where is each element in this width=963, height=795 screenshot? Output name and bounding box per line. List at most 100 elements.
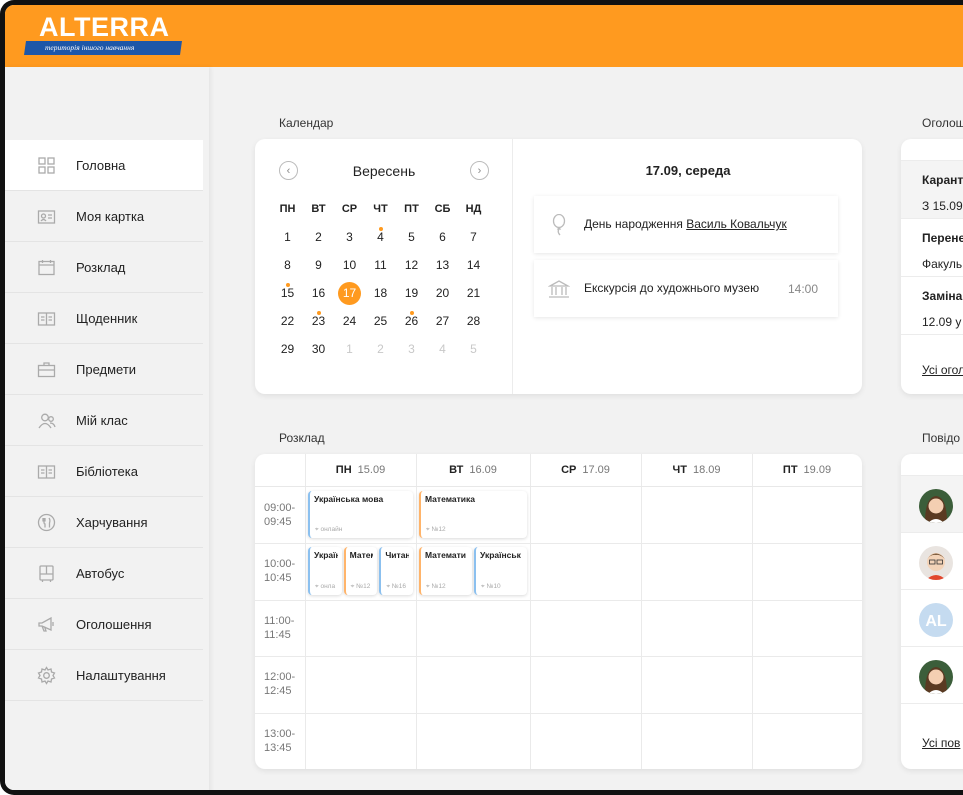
calendar-day[interactable]: 26 <box>396 307 427 335</box>
calendar-day[interactable]: 22 <box>272 307 303 335</box>
next-month-button[interactable]: › <box>469 161 489 180</box>
logo-text: ALTERRA <box>39 12 170 42</box>
grid-line <box>255 656 862 658</box>
sidebar-item-9[interactable]: Оголошення <box>5 599 203 650</box>
calendar-day[interactable]: 1 <box>334 335 365 363</box>
calendar-day[interactable]: 1 <box>272 223 303 251</box>
sidebar-item-8[interactable]: Автобус <box>5 548 203 599</box>
calendar-day[interactable]: 2 <box>365 335 396 363</box>
calendar-day[interactable]: 4 <box>427 335 458 363</box>
calendar-day[interactable]: 16 <box>303 279 334 307</box>
calendar-header: ‹ Вересень › <box>279 161 489 180</box>
calendar-day[interactable]: 25 <box>365 307 396 335</box>
weekday-label: ПТ <box>404 203 419 215</box>
megaphone-icon <box>36 614 56 634</box>
sidebar-item-label: Харчування <box>76 514 148 530</box>
message-item[interactable]: AL <box>901 590 963 647</box>
calendar-day[interactable]: 10 <box>334 251 365 279</box>
calendar-day[interactable]: 3 <box>334 223 365 251</box>
announcement-item[interactable]: Заміна 12.09 у <box>901 277 963 335</box>
time-start: 10:00- <box>264 558 296 571</box>
event-birthday[interactable]: День народження Василь Ковальчук <box>534 196 838 253</box>
sidebar-item-label: Мій клас <box>76 412 128 428</box>
lesson-card[interactable]: Математи ⌖ №12 <box>419 547 472 595</box>
announcement-title: Карант <box>922 173 963 187</box>
calendar-day[interactable]: 14 <box>458 251 489 279</box>
calendar-day[interactable]: 13 <box>427 251 458 279</box>
event-excursion[interactable]: Екскурсія до художнього музею 14:00 <box>534 260 838 317</box>
lesson-card[interactable]: Математика ⌖ №12 <box>419 491 527 539</box>
calendar-day[interactable]: 20 <box>427 279 458 307</box>
day-date: 18.09 <box>692 464 721 476</box>
prev-month-button[interactable]: ‹ <box>279 161 298 180</box>
lesson-card[interactable]: Українськ ⌖ №10 <box>474 547 527 595</box>
schedule-card: ПН 15.09 ВТ 16.09 СР 17.09 ЧТ 18.09 ПТ 19.09 09:00… <box>255 454 862 769</box>
calendar-day[interactable]: 12 <box>396 251 427 279</box>
message-item[interactable] <box>901 533 963 590</box>
all-announcements-link[interactable]: Усі огол <box>922 363 963 377</box>
calendar-day[interactable]: 2 <box>303 223 334 251</box>
calendar-day[interactable]: 21 <box>458 279 489 307</box>
calendar-day[interactable]: 27 <box>427 307 458 335</box>
birthday-person-link[interactable]: Василь Ковальчук <box>686 217 787 231</box>
all-messages-link[interactable]: Усі пов <box>922 736 960 750</box>
sidebar-item-0[interactable]: Головна <box>5 140 203 191</box>
calendar-day[interactable]: 17 <box>334 279 365 307</box>
calendar-day[interactable]: 3 <box>396 335 427 363</box>
museum-icon <box>534 279 584 299</box>
lesson-card[interactable]: Україн ⌖ онла <box>308 547 342 595</box>
message-item[interactable] <box>901 476 963 533</box>
calendar-day[interactable]: 6 <box>427 223 458 251</box>
sidebar-item-5[interactable]: Мій клас <box>5 395 203 446</box>
calendar-day[interactable]: 19 <box>396 279 427 307</box>
sidebar-item-3[interactable]: Щоденник <box>5 293 203 344</box>
calendar-day[interactable]: 5 <box>396 223 427 251</box>
time-end: 10:45 <box>264 572 292 585</box>
room-label: №16 <box>391 582 406 590</box>
calendar-day[interactable]: 30 <box>303 335 334 363</box>
announcements-spacer <box>901 139 963 161</box>
calendar-day[interactable]: 5 <box>458 335 489 363</box>
svg-text:AL: AL <box>925 613 947 630</box>
lesson-card[interactable]: Матем ⌖ №12 <box>343 547 378 595</box>
day-name: ПН <box>335 464 352 476</box>
calendar-day[interactable]: 9 <box>303 251 334 279</box>
sidebar-item-10[interactable]: Налаштування <box>5 650 203 701</box>
alterra-logo[interactable]: ALTERRA територія іншого навчання <box>24 12 182 58</box>
sidebar-item-6[interactable]: Бібліотека <box>5 446 203 497</box>
calendar-day[interactable]: 7 <box>458 223 489 251</box>
lesson-card[interactable]: Українська мова ⌖ онлайн <box>308 491 413 539</box>
sidebar-item-label: Бібліотека <box>76 463 138 479</box>
calendar-day[interactable]: 15 <box>272 279 303 307</box>
calendar-day[interactable]: 4 <box>365 223 396 251</box>
calendar-day[interactable]: 23 <box>303 307 334 335</box>
calendar-day[interactable]: 29 <box>272 335 303 363</box>
room-label: №10 <box>486 582 501 590</box>
weekday-label: ЧТ <box>373 203 388 215</box>
avatar <box>919 546 953 580</box>
balloon-icon <box>534 213 584 236</box>
message-item[interactable] <box>901 647 963 704</box>
weekday-label: СР <box>341 203 358 215</box>
calendar-day[interactable]: 18 <box>365 279 396 307</box>
lesson-card[interactable]: Читан ⌖ №16 <box>379 547 413 595</box>
room-label: онла <box>320 582 336 590</box>
lesson-room: ⌖ №10 <box>481 583 501 591</box>
calendar-day[interactable]: 24 <box>334 307 365 335</box>
announcement-item[interactable]: Карант З 15.09 <box>901 161 963 219</box>
day-name: ПТ <box>782 464 798 476</box>
gear-icon <box>36 665 56 685</box>
sidebar: Головна Моя картка Розклад Щоденник Предмети… <box>5 67 209 790</box>
sidebar-item-2[interactable]: Розклад <box>5 242 203 293</box>
calendar-day[interactable]: 8 <box>272 251 303 279</box>
time-start: 12:00- <box>264 671 296 684</box>
sidebar-item-7[interactable]: Харчування <box>5 497 203 548</box>
lesson-room: ⌖ онлайн <box>315 526 342 534</box>
calendar-day[interactable]: 11 <box>365 251 396 279</box>
sidebar-item-1[interactable]: Моя картка <box>5 191 203 242</box>
sidebar-item-4[interactable]: Предмети <box>5 344 203 395</box>
calendar-day[interactable]: 28 <box>458 307 489 335</box>
announcement-item[interactable]: Перене Факуль <box>901 219 963 277</box>
lesson-name: Українська мова <box>314 494 384 504</box>
lesson-name: Математика <box>425 494 475 504</box>
